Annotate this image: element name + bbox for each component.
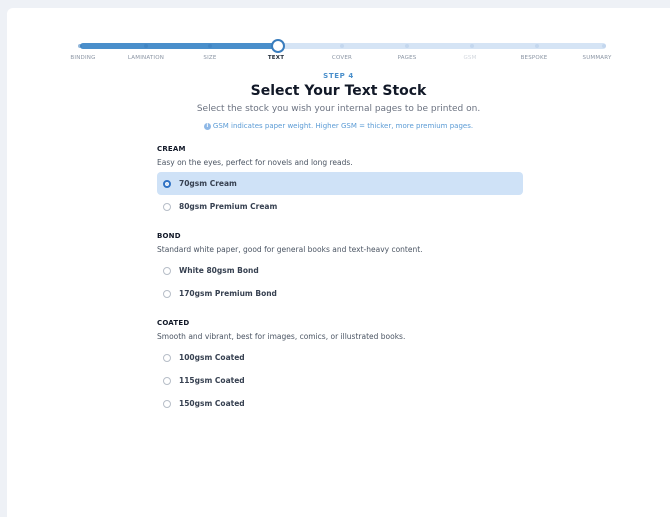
option-80gsm-premium-cream[interactable]: 80gsm Premium Cream [157, 195, 523, 218]
group-title: CREAM [157, 145, 186, 153]
option-115gsm-coated[interactable]: 115gsm Coated [157, 369, 523, 392]
wizard-card: BINDING LAMINATION SIZE TEXT COVER PAGES… [7, 8, 670, 517]
group-description: Easy on the eyes, perfect for novels and… [157, 158, 353, 167]
radio-button[interactable] [163, 399, 171, 408]
stock-group-coated: COATED Smooth and vibrant, best for imag… [157, 319, 523, 415]
group-title: BOND [157, 232, 181, 240]
step-label-text[interactable]: TEXT [268, 55, 284, 61]
group-description: Smooth and vibrant, best for images, com… [157, 332, 406, 341]
step-label-binding[interactable]: BINDING [70, 55, 95, 61]
step-label-pages[interactable]: PAGES [398, 55, 417, 61]
radio-button[interactable] [163, 353, 171, 362]
page-subtitle: Select the stock you wish your internal … [196, 104, 481, 114]
step-label-summary[interactable]: SUMMARY [583, 55, 612, 61]
option-label: 100gsm Coated [179, 353, 245, 362]
step-kicker: STEP 4 [323, 72, 354, 80]
option-label: 115gsm Coated [179, 376, 245, 385]
option-label: White 80gsm Bond [179, 266, 259, 275]
radio-button[interactable] [163, 266, 171, 275]
option-170gsm-premium-bond[interactable]: 170gsm Premium Bond [157, 282, 523, 305]
radio-button[interactable] [163, 376, 171, 385]
option-150gsm-coated[interactable]: 150gsm Coated [157, 392, 523, 415]
option-label: 150gsm Coated [179, 399, 245, 408]
option-70gsm-cream[interactable]: 70gsm Cream [157, 172, 523, 195]
gsm-hint-text: GSM indicates paper weight. Higher GSM =… [212, 122, 474, 130]
step-dot-size[interactable] [208, 44, 212, 48]
stepper-progress-fill [80, 43, 276, 49]
step-dot-bespoke[interactable] [535, 44, 539, 48]
option-label: 70gsm Cream [179, 179, 237, 188]
radio-button[interactable] [163, 289, 171, 298]
stock-group-cream: CREAM Easy on the eyes, perfect for nove… [157, 145, 523, 218]
step-label-lamination[interactable]: LAMINATION [128, 55, 164, 61]
page-title: Select Your Text Stock [250, 83, 427, 99]
option-100gsm-coated[interactable]: 100gsm Coated [157, 346, 523, 369]
step-dot-binding[interactable] [78, 44, 82, 48]
step-label-cover[interactable]: COVER [332, 55, 352, 61]
option-label: 170gsm Premium Bond [179, 289, 277, 298]
step-label-bespoke[interactable]: BESPOKE [521, 55, 548, 61]
progress-stepper: BINDING LAMINATION SIZE TEXT COVER PAGES… [7, 8, 670, 78]
step-dot-text-current[interactable] [271, 39, 285, 53]
option-label: 80gsm Premium Cream [179, 202, 278, 211]
step-dot-gsm [470, 44, 474, 48]
option-white-80gsm-bond[interactable]: White 80gsm Bond [157, 259, 523, 282]
stock-group-bond: BOND Standard white paper, good for gene… [157, 232, 523, 305]
group-description: Standard white paper, good for general b… [157, 245, 423, 254]
group-title: COATED [157, 319, 190, 327]
step-dot-summary[interactable] [602, 44, 606, 48]
radio-button[interactable] [163, 179, 171, 188]
step-label-size[interactable]: SIZE [203, 55, 216, 61]
gsm-hint: i GSM indicates paper weight. Higher GSM … [7, 122, 670, 130]
step-label-gsm: GSM [463, 55, 477, 61]
step-dot-pages[interactable] [405, 44, 409, 48]
step-dot-lamination[interactable] [144, 44, 148, 48]
info-icon: i [203, 123, 211, 130]
radio-button[interactable] [163, 202, 171, 211]
step-dot-cover[interactable] [340, 44, 344, 48]
